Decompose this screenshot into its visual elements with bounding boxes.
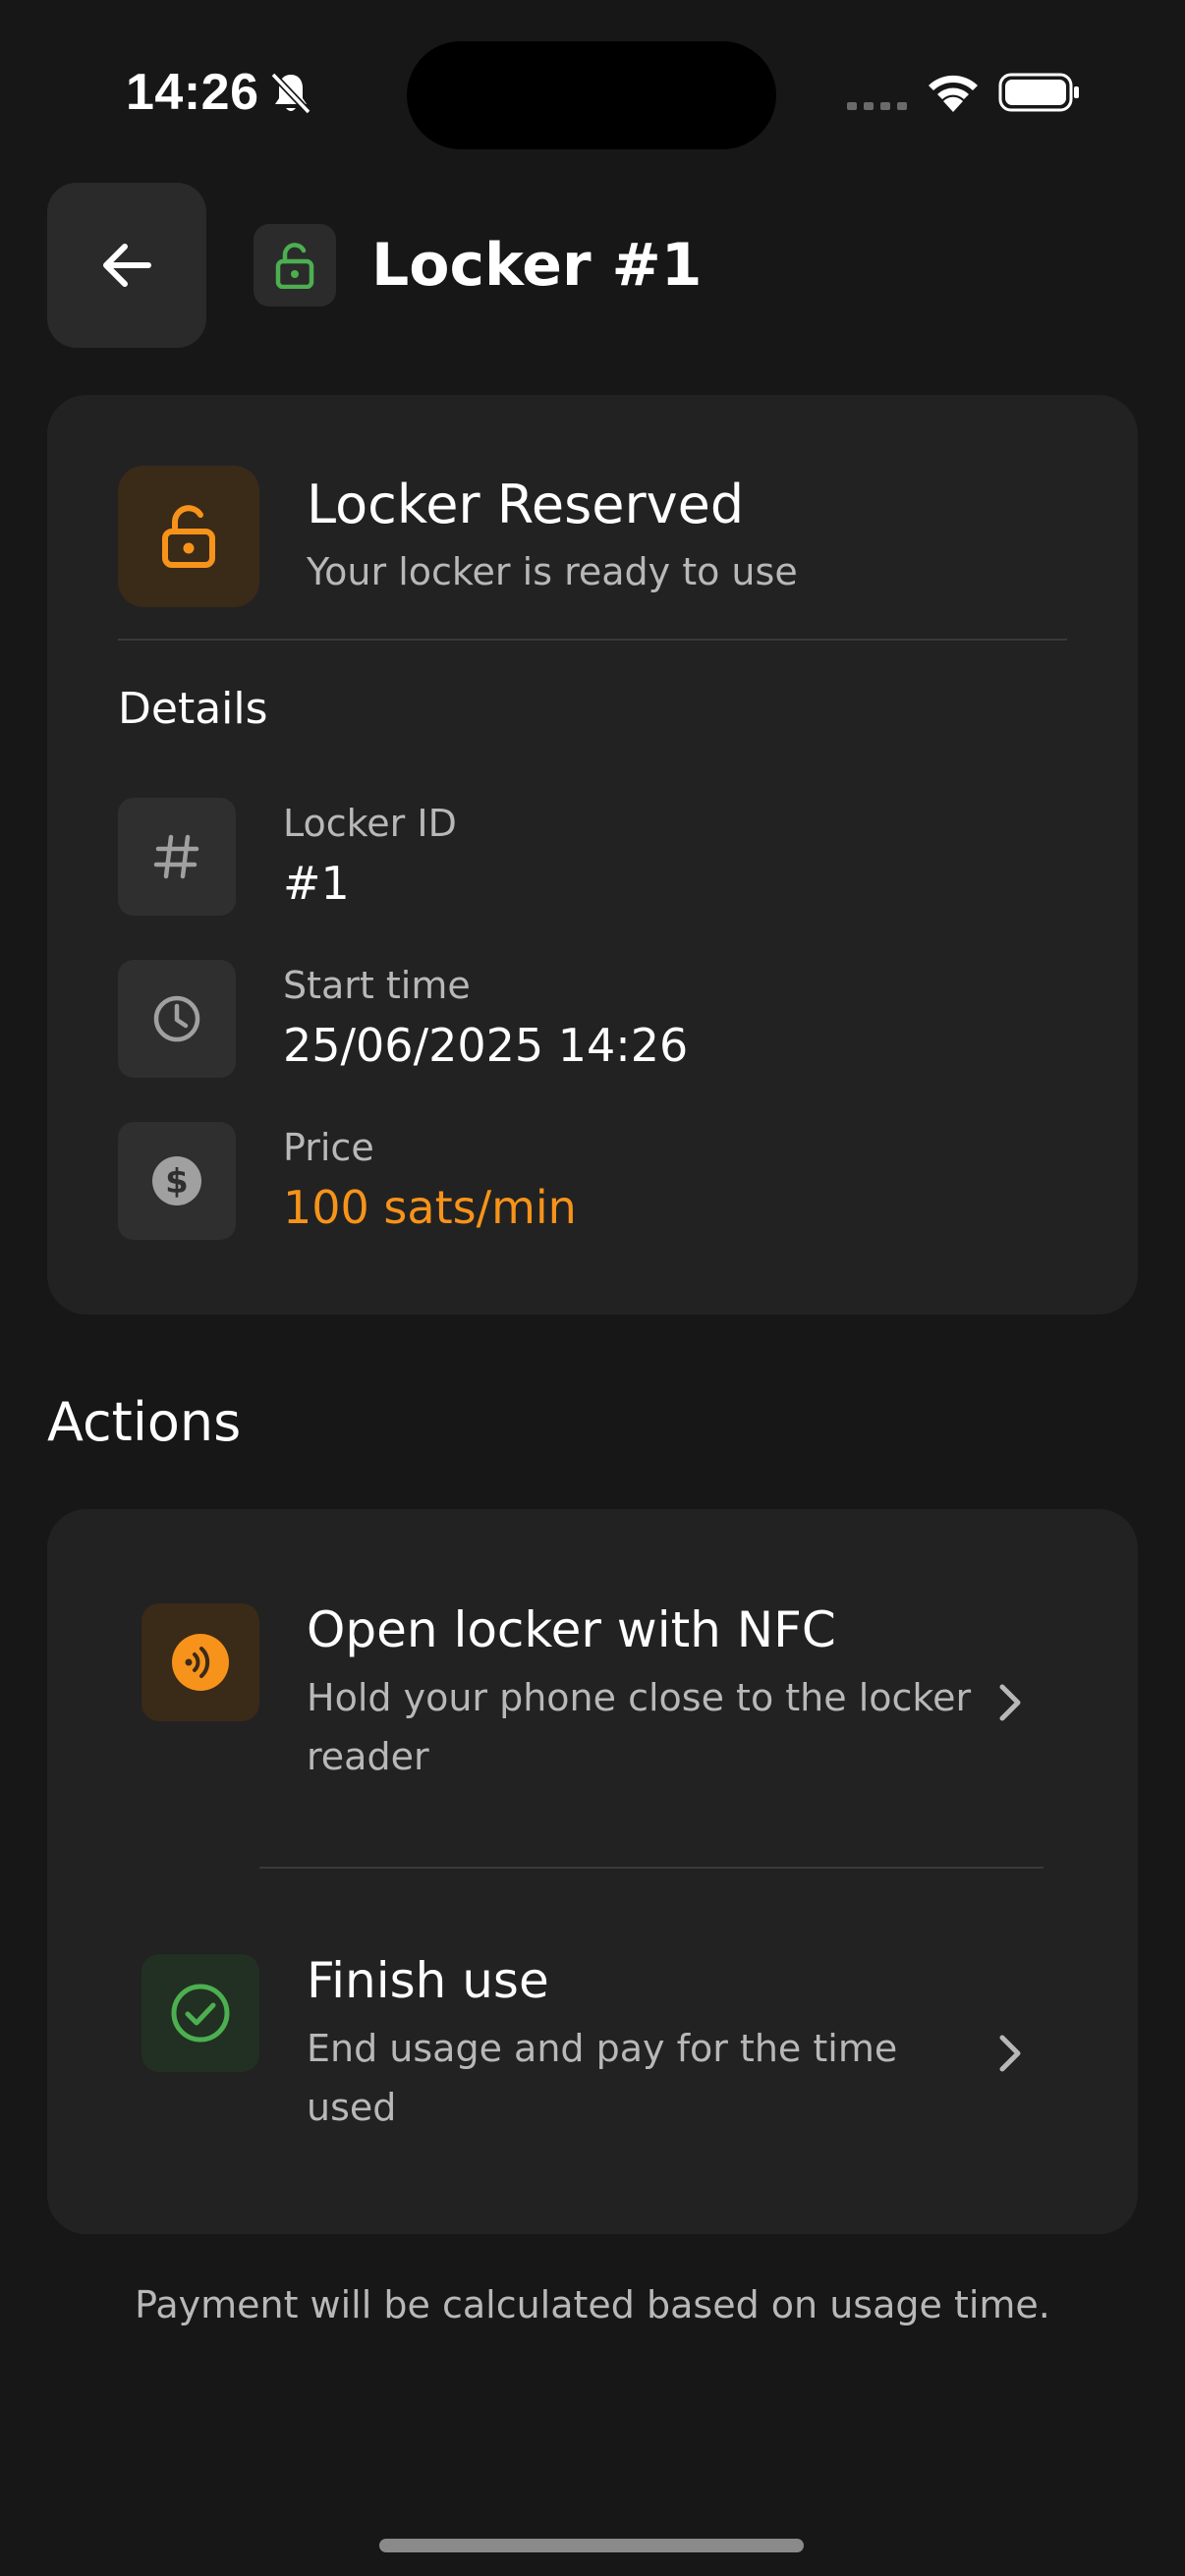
home-indicator[interactable] (379, 2539, 804, 2552)
open-locker-nfc-action[interactable]: Open locker with NFC Hold your phone clo… (47, 1509, 1138, 1804)
action-icon-box (141, 1954, 259, 2072)
page-title: Locker #1 (371, 231, 703, 300)
detail-value: #1 (283, 857, 350, 910)
detail-icon-box: $ (118, 1122, 236, 1240)
details-heading: Details (118, 684, 268, 734)
detail-label: Locker ID (283, 802, 457, 845)
detail-row-price: $ Price 100 sats/min (118, 1122, 1067, 1240)
nfc-icon (172, 1634, 229, 1691)
action-icon-box (141, 1603, 259, 1721)
chevron-right-icon (999, 2035, 1021, 2072)
cellular-signal-icon (847, 102, 907, 110)
detail-row-locker-id: Locker ID #1 (118, 798, 1067, 916)
bell-muted-icon (270, 72, 311, 115)
check-circle-icon (171, 1984, 230, 2043)
actions-heading: Actions (47, 1391, 242, 1453)
arrow-left-icon (103, 244, 151, 287)
finish-use-action[interactable]: Finish use End usage and pay for the tim… (47, 1860, 1138, 2155)
detail-value: 25/06/2025 14:26 (283, 1019, 689, 1072)
reservation-title: Locker Reserved (307, 474, 745, 535)
action-description: End usage and pay for the time used (307, 2027, 898, 2129)
lock-open-icon (275, 243, 314, 289)
reservation-status-icon-box (118, 466, 259, 607)
header-lock-badge (254, 224, 336, 307)
action-title: Open locker with NFC (307, 1601, 836, 1658)
payment-note: Payment will be calculated based on usag… (135, 2283, 1050, 2326)
detail-label: Start time (283, 964, 471, 1007)
reservation-subtitle: Your locker is ready to use (307, 550, 798, 593)
battery-icon (998, 73, 1079, 112)
action-title: Finish use (307, 1952, 549, 2009)
detail-label: Price (283, 1126, 374, 1169)
action-description: Hold your phone close to the locker read… (307, 1676, 972, 1778)
status-time: 14:26 (126, 64, 259, 121)
reservation-card: Locker Reserved Your locker is ready to … (47, 395, 1138, 1315)
chevron-right-icon (999, 1684, 1021, 1721)
dynamic-island (407, 41, 776, 149)
svg-text:$: $ (165, 1162, 189, 1202)
lock-open-icon (162, 505, 215, 568)
detail-row-start-time: Start time 25/06/2025 14:26 (118, 960, 1067, 1078)
actions-card: Open locker with NFC Hold your phone clo… (47, 1509, 1138, 2234)
clock-icon (153, 995, 200, 1042)
back-button[interactable] (47, 183, 206, 348)
detail-icon-box (118, 798, 236, 916)
detail-value-price: 100 sats/min (283, 1181, 577, 1234)
wifi-icon (929, 75, 978, 112)
detail-icon-box (118, 960, 236, 1078)
divider (118, 639, 1067, 641)
hash-icon (153, 834, 199, 879)
dollar-icon: $ (152, 1156, 201, 1205)
status-bar: 14:26 (0, 0, 1185, 187)
